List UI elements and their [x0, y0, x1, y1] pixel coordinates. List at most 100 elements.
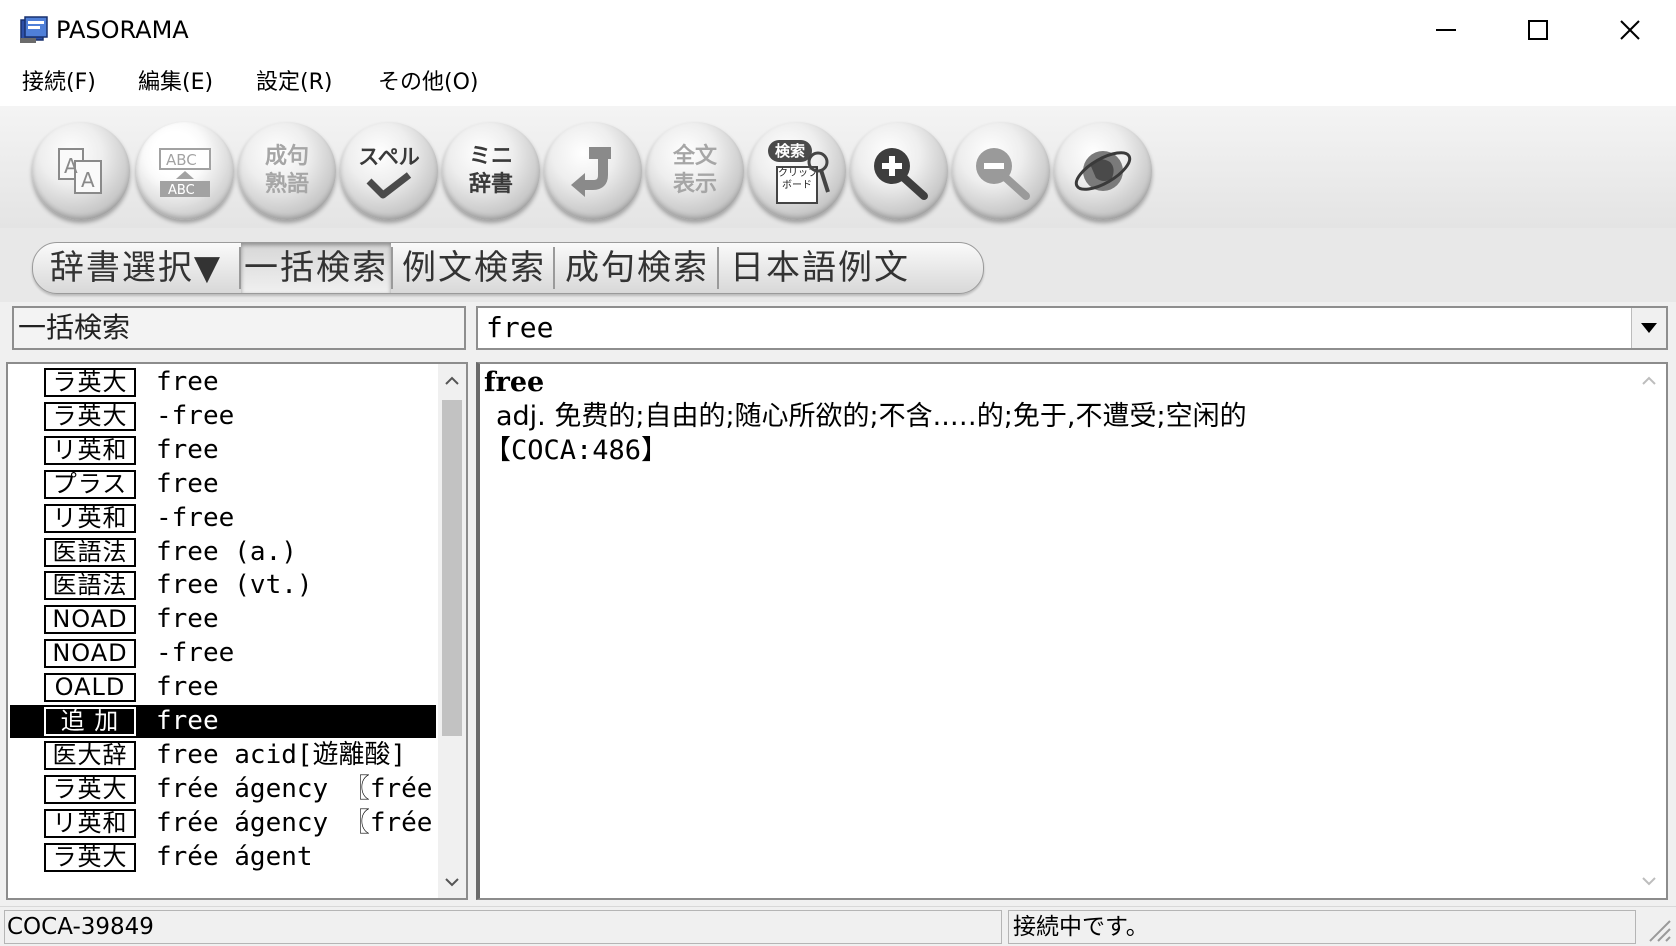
minimize-button[interactable]	[1400, 0, 1492, 60]
tab-bulk-search[interactable]: 一括検索	[241, 243, 391, 293]
result-row[interactable]: リ英和 -free	[10, 502, 436, 535]
tab-example-search[interactable]: 例文検索	[395, 243, 553, 293]
chevron-down-icon	[1642, 877, 1656, 886]
dictionary-badge: 追 加	[44, 707, 136, 736]
chevron-down-icon	[1641, 323, 1657, 333]
case-toggle-button[interactable]: ABC ABC	[136, 122, 234, 220]
dictionary-badge: 医語法	[44, 571, 136, 601]
zoom-out-icon	[976, 148, 1030, 200]
idiom-button[interactable]: 成句 熟語	[238, 122, 336, 220]
abc-case-icon: ABC ABC	[159, 148, 211, 198]
result-list[interactable]: ラ英大 free ラ英大 -free リ英和 free プラス free リ英和 -free 医語法…	[6, 362, 468, 900]
result-entry: free	[156, 434, 219, 465]
result-row[interactable]: ラ英大 frée ágent	[10, 841, 436, 874]
dictionary-badge: OALD	[44, 673, 136, 703]
result-row[interactable]: プラス free	[10, 468, 436, 501]
tab-label: 成句検索	[565, 248, 709, 288]
status-frequency: COCA-39849	[4, 910, 1002, 944]
font-size-button[interactable]: A A	[32, 122, 130, 220]
definition-scrollbar[interactable]	[1632, 364, 1666, 898]
menu-other[interactable]: その他(O)	[378, 68, 478, 98]
svg-text:ABC: ABC	[168, 183, 195, 198]
tab-separator	[553, 247, 555, 289]
chevron-up-icon	[1642, 376, 1656, 385]
result-entry: free	[156, 604, 219, 635]
status-connection: 接続中です。	[1008, 910, 1636, 944]
app-dictionary-icon	[18, 14, 50, 46]
maximize-button[interactable]	[1492, 0, 1584, 60]
spell-button[interactable]: スペル	[340, 122, 438, 220]
result-entry: -free	[156, 400, 235, 431]
menu-connect[interactable]: 接続(F)	[22, 68, 96, 98]
zoom-in-button[interactable]	[850, 122, 948, 220]
result-row[interactable]: ラ英大 -free	[10, 400, 436, 433]
idiom-label: 成句 熟語	[264, 144, 309, 197]
result-entry: -free	[156, 638, 235, 669]
result-row[interactable]: 医語法 free (a.)	[10, 536, 436, 569]
checkmark-icon	[366, 172, 412, 199]
resize-grip-icon[interactable]	[1642, 913, 1672, 943]
mini-dictionary-button[interactable]: ミニ 辞書	[442, 122, 540, 220]
dictionary-badge: 医大辞	[44, 740, 136, 770]
result-row[interactable]: 医大辞 free acid[遊離酸]	[10, 739, 436, 772]
tab-separator	[717, 247, 719, 289]
definition-pane[interactable]: free adj. 免费的;自由的;随心所欲的;不含..…的;免于,不遭受;空闲…	[476, 362, 1668, 900]
toolbar: A A ABC ABC 成句 熟語 スペル ミニ 辞書 全文 表示 検索 クリッ…	[0, 106, 1676, 228]
globe-icon	[1074, 151, 1132, 191]
close-icon	[1620, 20, 1640, 40]
dictionary-badge: NOAD	[44, 639, 136, 669]
menu-edit[interactable]: 編集(E)	[138, 68, 213, 98]
tab-separator	[391, 247, 393, 289]
result-row[interactable]: 追 加 free	[10, 705, 436, 738]
scroll-thumb[interactable]	[442, 400, 462, 736]
result-entry: free (a.)	[156, 536, 297, 567]
maximize-icon	[1528, 20, 1548, 40]
scroll-up-button[interactable]	[438, 364, 466, 396]
zoom-out-button[interactable]	[952, 122, 1050, 220]
dictionary-badge: ラ英大	[44, 842, 136, 872]
definition-meaning: adj. 免费的;自由的;随心所欲的;不含..…的;免于,不遭受;空闲的	[496, 401, 1247, 432]
full-text-button[interactable]: 全文 表示	[646, 122, 744, 220]
definition-headword: free	[484, 367, 545, 398]
chevron-down-icon	[445, 877, 459, 886]
search-tab-bar: 辞書選択▼ 一括検索 例文検索 成句検索 日本語例文	[0, 228, 1676, 302]
tab-japanese-examples[interactable]: 日本語例文	[721, 243, 919, 293]
svg-text:ABC: ABC	[166, 151, 197, 169]
result-row[interactable]: ラ英大 frée ágency 〖frée	[10, 773, 436, 806]
search-input[interactable]: free	[486, 308, 553, 348]
result-entry: free (vt.)	[156, 570, 313, 601]
result-row[interactable]: OALD free	[10, 671, 436, 704]
dictionary-badge: リ英和	[44, 435, 136, 465]
title-bar[interactable]: PASORAMA	[0, 0, 1676, 60]
result-entry: free	[156, 706, 219, 736]
close-button[interactable]	[1584, 0, 1676, 60]
dictionary-badge: リ英和	[44, 503, 136, 533]
back-button[interactable]	[544, 122, 642, 220]
result-scrollbar[interactable]	[438, 364, 466, 898]
tab-dictionary-select[interactable]: 辞書選択▼	[33, 243, 239, 293]
web-search-button[interactable]	[1054, 122, 1152, 220]
dictionary-badge: ラ英大	[44, 774, 136, 804]
dropdown-button[interactable]	[1631, 308, 1666, 348]
dictionary-badge: リ英和	[44, 808, 136, 838]
window-title: PASORAMA	[56, 16, 189, 44]
scroll-down-button[interactable]	[438, 866, 466, 898]
clipboard-search-button[interactable]: 検索 クリップ ボード	[748, 122, 846, 220]
result-row[interactable]: NOAD free	[10, 603, 436, 636]
dictionary-badge: ラ英大	[44, 401, 136, 431]
result-row[interactable]: リ英和 free	[10, 434, 436, 467]
search-combobox[interactable]: free	[476, 306, 1668, 350]
tab-label: 一括検索	[244, 248, 388, 288]
tab-idiom-search[interactable]: 成句検索	[557, 243, 717, 293]
app-window: PASORAMA 接続(F) 編集(E) 設定(R) その他(O) A A AB…	[0, 0, 1676, 946]
spell-label: スペル	[358, 145, 420, 169]
result-row[interactable]: 医語法 free (vt.)	[10, 569, 436, 602]
svg-text:A: A	[81, 168, 95, 192]
result-row[interactable]: NOAD -free	[10, 637, 436, 670]
result-row[interactable]: ラ英大 free	[10, 366, 436, 399]
full-text-label: 全文 表示	[672, 144, 717, 197]
result-entry: frée ágent	[156, 841, 313, 872]
menu-settings[interactable]: 設定(R)	[256, 68, 332, 98]
result-row[interactable]: リ英和 frée ágency 〖frée	[10, 807, 436, 840]
mini-dictionary-label: ミニ 辞書	[468, 144, 513, 197]
